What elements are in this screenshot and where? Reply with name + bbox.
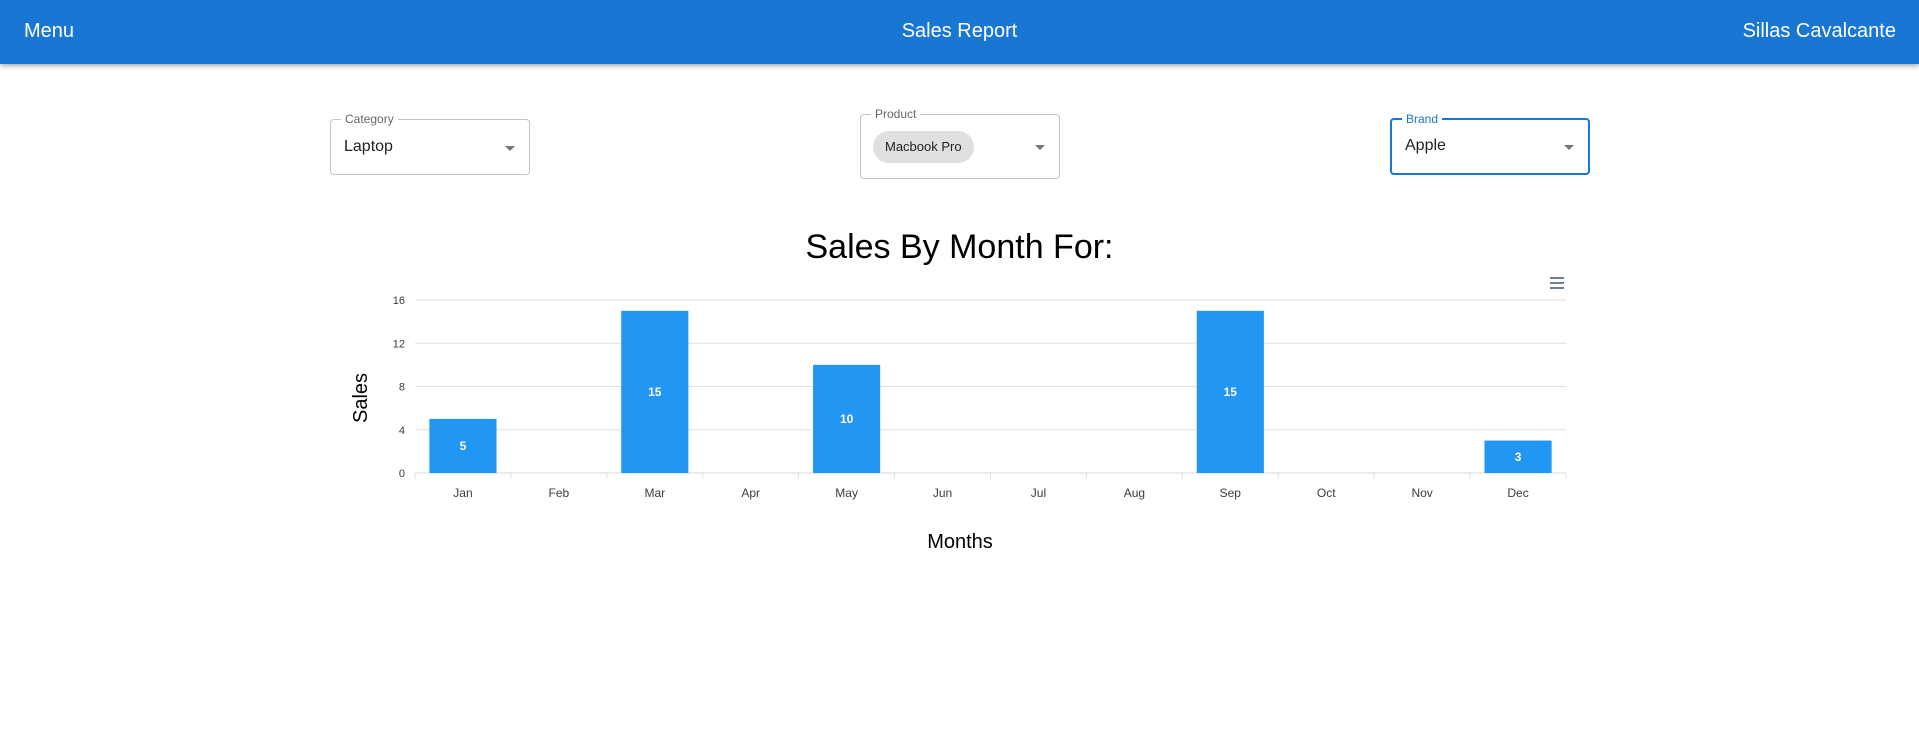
y-tick-label: 0 — [399, 468, 405, 480]
x-axis-title: Months — [927, 531, 993, 553]
x-tick-label: Aug — [1124, 486, 1145, 500]
data-label: 3 — [1515, 450, 1522, 464]
sales-bar-chart: 0 4 8 12 16 5 Jan Feb 15 Mar Apr 10 May Jun Jul Aug 15 Se… — [350, 295, 1567, 553]
x-tick-label: Jun — [933, 486, 952, 500]
x-tick-label: Mar — [644, 486, 665, 500]
data-label: 10 — [840, 412, 854, 426]
x-tick-label: May — [835, 486, 858, 500]
y-tick-label: 8 — [399, 382, 405, 394]
data-label: 5 — [460, 439, 467, 453]
x-tick-label: Nov — [1411, 486, 1432, 500]
data-label: 15 — [1224, 385, 1238, 399]
y-axis-title: Sales — [350, 373, 372, 423]
x-tick-label: Feb — [549, 486, 570, 500]
x-tick-label: Oct — [1317, 486, 1336, 500]
x-tick-label: Apr — [741, 486, 760, 500]
y-tick-label: 12 — [393, 338, 405, 350]
y-tick-label: 16 — [393, 295, 405, 307]
data-label: 15 — [648, 385, 662, 399]
x-tick-label: Jan — [453, 486, 472, 500]
y-tick-label: 4 — [399, 425, 405, 437]
x-tick-label: Dec — [1507, 486, 1528, 500]
x-tick-label: Jul — [1031, 486, 1046, 500]
x-tick-label: Sep — [1220, 486, 1242, 500]
